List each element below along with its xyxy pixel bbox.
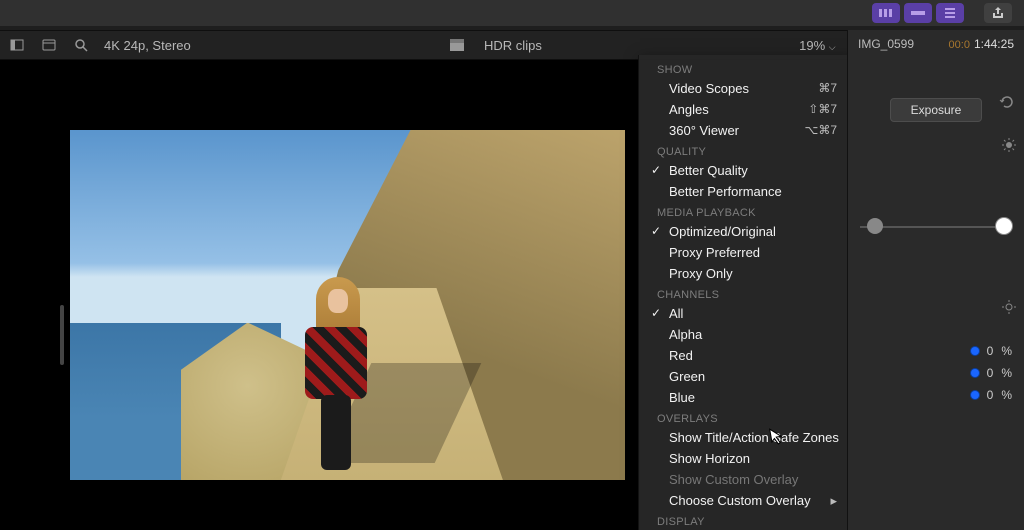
menu-item[interactable]: Better Performance <box>639 181 849 202</box>
highlights-sun-icon <box>1002 138 1016 152</box>
resize-handle[interactable] <box>60 305 64 365</box>
menu-item[interactable]: Video Scopes ⌘7 <box>639 78 849 99</box>
menu-item[interactable]: Choose Custom Overlay ▸ <box>639 490 849 511</box>
menu-item-label: Alpha <box>669 326 702 343</box>
menu-item-label: 360° Viewer <box>669 122 739 139</box>
menu-item-label: Video Scopes <box>669 80 749 97</box>
menu-section-header: QUALITY <box>639 141 849 160</box>
param-value[interactable]: 0 <box>987 388 994 402</box>
param-unit: % <box>1001 344 1012 358</box>
menu-item-label: Green <box>669 368 705 385</box>
menu-item[interactable]: Red <box>639 345 849 366</box>
menu-item[interactable]: Green <box>639 366 849 387</box>
menu-item: Show Custom Overlay <box>639 469 849 490</box>
menu-shortcut: ⇧⌘7 <box>792 101 837 118</box>
menu-item[interactable]: Show Horizon <box>639 448 849 469</box>
menu-item-label: Show Custom Overlay <box>669 471 798 488</box>
video-preview[interactable] <box>70 130 625 480</box>
titlebar <box>0 0 1024 26</box>
menu-item[interactable]: Proxy Preferred <box>639 242 849 263</box>
format-label: 4K 24p, Stereo <box>104 38 191 53</box>
clip-name: IMG_0599 <box>858 37 914 51</box>
check-icon: ✓ <box>651 223 661 240</box>
viewer[interactable] <box>0 60 640 530</box>
share-button[interactable] <box>984 3 1012 23</box>
menu-item-label: Choose Custom Overlay <box>669 492 811 509</box>
menu-item[interactable]: Blue <box>639 387 849 408</box>
submenu-arrow-icon: ▸ <box>830 492 837 509</box>
mouse-cursor <box>769 426 786 446</box>
menu-item[interactable]: ✓ Better Quality <box>639 160 849 181</box>
menu-section-header: OVERLAYS <box>639 408 849 427</box>
menu-item[interactable]: 360° Viewer ⌥⌘7 <box>639 120 849 141</box>
menu-item[interactable]: Proxy Only <box>639 263 849 284</box>
menu-item-label: Optimized/Original <box>669 223 776 240</box>
menu-section-header: DISPLAY <box>639 511 849 530</box>
toolbar-icon-3[interactable] <box>936 3 964 23</box>
menu-item[interactable]: ✓ All <box>639 303 849 324</box>
inspector-value-row: 0% <box>848 340 1024 362</box>
view-dropdown[interactable]: SHOW Video Scopes ⌘7 Angles ⇧⌘7 360° Viewer ⌥⌘… <box>638 55 850 530</box>
menu-item-label: Blue <box>669 389 695 406</box>
menu-item[interactable]: Show Title/Action Safe Zones <box>639 427 849 448</box>
reset-icon[interactable] <box>998 94 1014 110</box>
param-unit: % <box>1001 388 1012 402</box>
inspector-panel: IMG_0599 00:01:44:25 Exposure 0%0%0% <box>847 30 1024 530</box>
check-icon: ✓ <box>651 305 661 322</box>
menu-item-label: Red <box>669 347 693 364</box>
menu-item-label: All <box>669 305 683 322</box>
menu-item-label: Show Horizon <box>669 450 750 467</box>
menu-shortcut: ⌥⌘7 <box>788 122 837 139</box>
menu-shortcut: ⌘7 <box>802 80 837 97</box>
exposure-tab[interactable]: Exposure <box>890 98 982 122</box>
exposure-label: Exposure <box>911 103 962 117</box>
menu-item[interactable]: Alpha <box>639 324 849 345</box>
menu-item-label: Angles <box>669 101 709 118</box>
timecode-start: 00:0 <box>949 39 970 51</box>
menu-item-label: Proxy Only <box>669 265 733 282</box>
param-value[interactable]: 0 <box>987 344 994 358</box>
library-icon[interactable] <box>40 36 58 54</box>
param-enable-dot[interactable] <box>971 347 979 355</box>
menu-item[interactable]: ✓ Optimized/Original <box>639 221 849 242</box>
exposure-slider[interactable] <box>860 212 1012 242</box>
menu-section-header: SHOW <box>639 59 849 78</box>
param-value[interactable]: 0 <box>987 366 994 380</box>
search-icon[interactable] <box>72 36 90 54</box>
menu-item-label: Better Performance <box>669 183 782 200</box>
slider-handle-shadows[interactable] <box>868 219 882 233</box>
toolbar-icon-1[interactable] <box>872 3 900 23</box>
menu-item-label: Proxy Preferred <box>669 244 760 261</box>
clip-duration: 1:44:25 <box>974 37 1014 51</box>
menu-item-label: Show Title/Action Safe Zones <box>669 429 839 446</box>
inspector-value-row: 0% <box>848 384 1024 406</box>
toolbar-icon-2[interactable] <box>904 3 932 23</box>
menu-item[interactable]: Angles ⇧⌘7 <box>639 99 849 120</box>
shadows-sun-icon <box>1002 300 1016 314</box>
sidebar-toggle-icon[interactable] <box>8 36 26 54</box>
menu-section-header: CHANNELS <box>639 284 849 303</box>
menu-item-label: Better Quality <box>669 162 748 179</box>
project-label: HDR clips <box>484 38 542 53</box>
check-icon: ✓ <box>651 162 661 179</box>
inspector-value-row: 0% <box>848 362 1024 384</box>
param-enable-dot[interactable] <box>971 391 979 399</box>
param-unit: % <box>1001 366 1012 380</box>
slider-handle-highlights[interactable] <box>996 218 1012 234</box>
menu-section-header: MEDIA PLAYBACK <box>639 202 849 221</box>
zoom-label[interactable]: 19% ⌵ <box>799 38 835 53</box>
clapper-icon[interactable] <box>448 36 466 54</box>
param-enable-dot[interactable] <box>971 369 979 377</box>
